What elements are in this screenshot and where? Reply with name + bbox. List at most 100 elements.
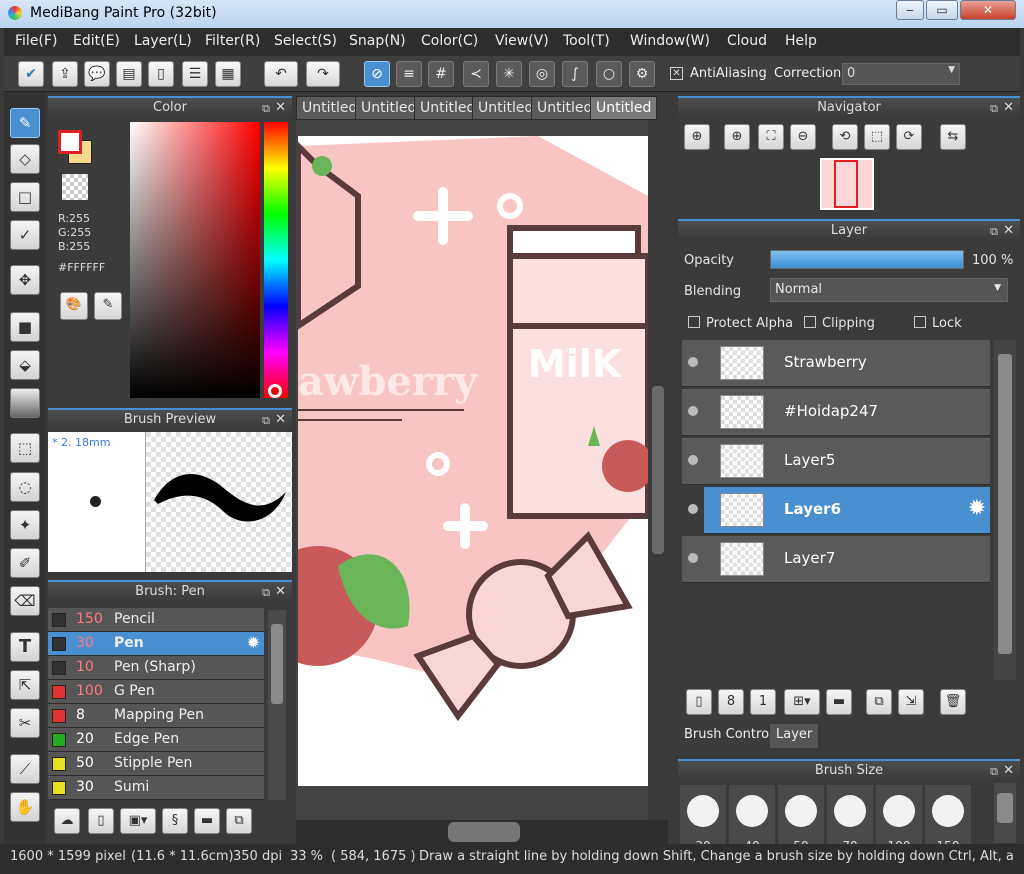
menu-tool[interactable]: Tool(T) — [563, 33, 610, 49]
brush-item-pen-sharp[interactable]: 10 Pen (Sharp) — [48, 656, 264, 680]
tab-untitled-6[interactable]: Untitled — [590, 96, 658, 120]
close-icon[interactable]: ✕ — [1003, 98, 1014, 117]
merge-layer-icon[interactable]: ⇲ — [898, 689, 924, 715]
visibility-icon[interactable] — [688, 455, 698, 465]
navigator-thumbnail[interactable] — [820, 158, 874, 210]
opacity-slider[interactable] — [770, 250, 964, 269]
comment-icon[interactable]: 💬 — [84, 61, 110, 87]
line-tool-icon[interactable]: ✓ — [10, 220, 40, 250]
operation-tool-icon[interactable]: ⇱ — [10, 670, 40, 700]
hue-slider[interactable] — [264, 122, 288, 398]
zoom-out-icon[interactable]: ⊖ — [790, 124, 816, 150]
tab-layer[interactable]: Layer — [770, 724, 819, 748]
magic-wand-tool-icon[interactable]: ✦ — [10, 510, 40, 540]
chat-icon[interactable]: ▤ — [116, 61, 142, 87]
menu-view[interactable]: View(V) — [495, 33, 549, 49]
layer-item-strawberry[interactable]: Strawberry — [682, 340, 990, 387]
correction-select[interactable]: 0 ▼ — [842, 63, 960, 85]
share-icon[interactable]: ⇪ — [52, 61, 78, 87]
eyedropper-tool-icon[interactable]: ⟋ — [10, 754, 40, 784]
tab-untitled-2[interactable]: Untitled — [355, 96, 423, 120]
bucket-tool-icon[interactable]: ⬙ — [10, 350, 40, 380]
page-icon[interactable]: ▯ — [148, 61, 174, 87]
brush-size-option[interactable]: 70 — [827, 785, 873, 844]
visibility-icon[interactable] — [688, 553, 698, 563]
new-brush-icon[interactable]: ▯ — [88, 808, 114, 834]
menu-edit[interactable]: Edit(E) — [73, 33, 120, 49]
layer-folder-icon[interactable]: ▬ — [826, 689, 852, 715]
brush-size-option[interactable]: 150 — [925, 785, 971, 844]
rotate-right-icon[interactable]: ⟳ — [896, 124, 922, 150]
tab-untitled-5[interactable]: Untitled — [531, 96, 599, 120]
clipping-checkbox[interactable]: Clipping — [804, 316, 875, 331]
menu-help[interactable]: Help — [785, 33, 817, 49]
shape-tool-icon[interactable]: □ — [10, 182, 40, 212]
brush-folder-icon[interactable]: ▬ — [194, 808, 220, 834]
brush-size-scrollbar[interactable] — [994, 783, 1016, 843]
perspective-snap-icon[interactable]: ≺ — [463, 61, 489, 87]
menu-cloud[interactable]: Cloud — [727, 33, 767, 49]
radial-snap-icon[interactable]: ✳ — [496, 61, 522, 87]
delete-layer-icon[interactable]: 🗑 — [940, 689, 966, 715]
select-pen-tool-icon[interactable]: ✐ — [10, 548, 40, 578]
saturation-value-picker[interactable] — [130, 122, 260, 398]
canvas-area[interactable]: awberry MilK — [296, 120, 668, 844]
brush-size-option[interactable]: 40 — [729, 785, 775, 844]
close-button[interactable]: ✕ — [960, 0, 1016, 20]
lasso-tool-icon[interactable]: ◌ — [10, 472, 40, 502]
duplicate-brush-icon[interactable]: ⧉ — [226, 808, 252, 834]
popout-icon[interactable]: ⧉ — [990, 99, 998, 118]
popout-icon[interactable]: ⧉ — [262, 99, 270, 118]
hue-handle[interactable] — [268, 384, 282, 398]
tab-untitled-4[interactable]: Untitled — [472, 96, 540, 120]
snap-settings-icon[interactable]: ⚙ — [629, 61, 655, 87]
brush-item-mapping-pen[interactable]: 8 Mapping Pen — [48, 704, 264, 728]
canvas-horizontal-scrollbar[interactable] — [296, 820, 668, 844]
brush-item-edge-pen[interactable]: 20 Edge Pen — [48, 728, 264, 752]
move-tool-icon[interactable]: ✥ — [10, 265, 40, 295]
blending-select[interactable]: Normal ▼ — [770, 278, 1008, 302]
close-icon[interactable]: ✕ — [275, 98, 286, 117]
list-icon[interactable]: ☰ — [182, 61, 208, 87]
hand-tool-icon[interactable]: ✋ — [10, 792, 40, 822]
brush-size-option[interactable]: 50 — [778, 785, 824, 844]
fit-screen-icon[interactable]: ⛶ — [758, 124, 784, 150]
canvas-vertical-scrollbar[interactable] — [648, 120, 668, 820]
circle-snap-icon[interactable]: ◎ — [529, 61, 555, 87]
visibility-icon[interactable] — [688, 357, 698, 367]
popout-icon[interactable]: ⧉ — [990, 762, 998, 781]
palette-icon[interactable]: 🎨 — [60, 292, 88, 320]
brush-list-scrollbar[interactable] — [268, 610, 286, 800]
new-1bit-layer-icon[interactable]: 1 — [750, 689, 776, 715]
redo-icon[interactable]: ↷ — [306, 61, 340, 87]
close-icon[interactable]: ✕ — [275, 410, 286, 429]
new-layer-icon[interactable]: ▯ — [686, 689, 712, 715]
undo-icon[interactable]: ↶ — [264, 61, 298, 87]
curve-snap-icon[interactable]: ∫ — [562, 61, 588, 87]
eraser-tool-icon[interactable]: ◇ — [10, 144, 40, 174]
brush-size-option[interactable]: 100 — [876, 785, 922, 844]
layer-item-layer7[interactable]: Layer7 — [682, 536, 990, 583]
tab-untitled-1[interactable]: Untitled — [296, 96, 364, 120]
layer-item-layer5[interactable]: Layer5 — [682, 438, 990, 485]
close-icon[interactable]: ✕ — [1003, 761, 1014, 780]
visibility-icon[interactable] — [688, 504, 698, 514]
popout-icon[interactable]: ⧉ — [990, 222, 998, 241]
select-tool-icon[interactable]: ⬚ — [10, 433, 40, 463]
brush-item-sumi[interactable]: 30 Sumi — [48, 776, 264, 800]
close-icon[interactable]: ✕ — [275, 582, 286, 601]
reset-view-icon[interactable]: ⬚ — [864, 124, 890, 150]
lock-checkbox[interactable]: Lock — [914, 316, 962, 331]
brush-script-icon[interactable]: § — [162, 808, 188, 834]
menu-layer[interactable]: Layer(L) — [134, 33, 192, 49]
cloud-save-icon[interactable]: ✔ — [18, 61, 44, 87]
menu-file[interactable]: File(F) — [15, 33, 57, 49]
brush-settings-gear-icon[interactable]: ✹ — [247, 633, 260, 652]
antialiasing-checkbox[interactable]: ✕ — [670, 67, 683, 80]
grid-snap-icon[interactable]: # — [428, 61, 454, 87]
select-eraser-tool-icon[interactable]: ⌫ — [10, 586, 40, 616]
ellipse-snap-icon[interactable]: ○ — [596, 61, 622, 87]
layer-list-scrollbar[interactable] — [994, 340, 1016, 680]
rotate-left-icon[interactable]: ⟲ — [832, 124, 858, 150]
menu-color[interactable]: Color(C) — [421, 33, 478, 49]
